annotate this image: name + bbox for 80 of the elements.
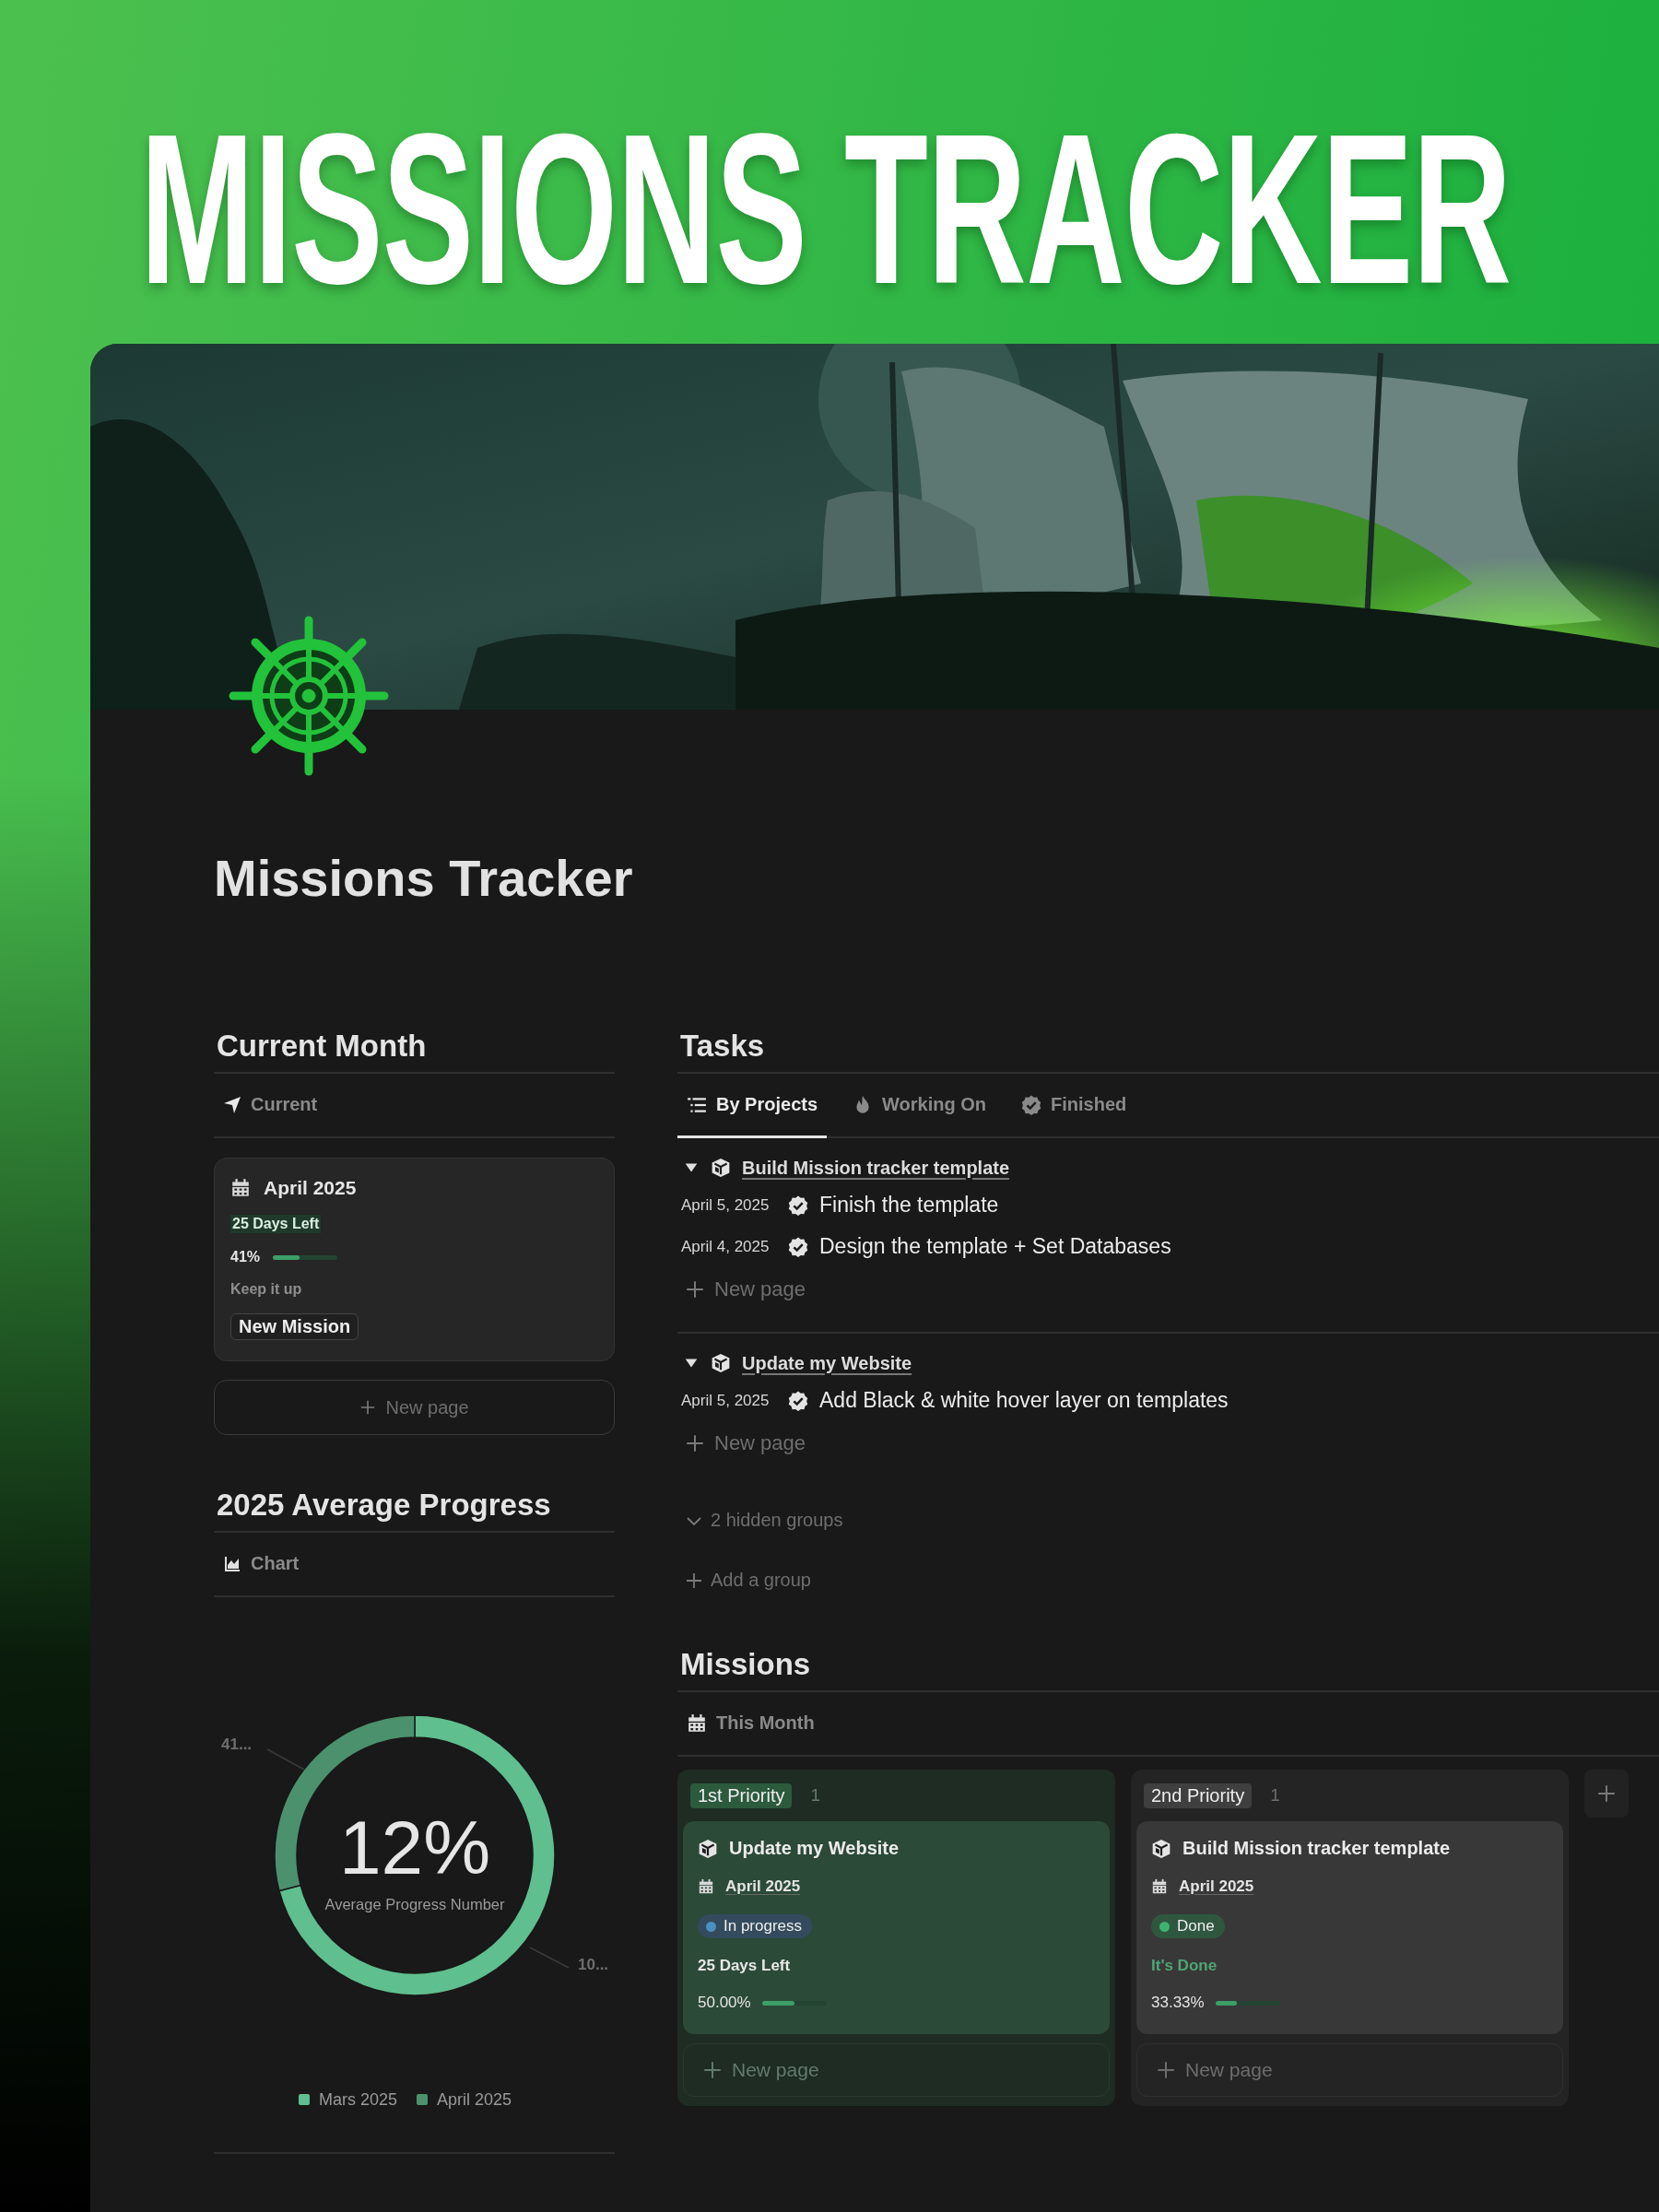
task-date: April 4, 2025 [681, 1237, 771, 1256]
card-note: It's Done [1151, 1957, 1218, 1975]
plus-icon [702, 2060, 723, 2080]
new-page-button[interactable]: New page [685, 1427, 806, 1460]
view-tab[interactable]: Chart [214, 1533, 309, 1597]
view-tab[interactable]: Current [214, 1074, 327, 1138]
section-heading: Tasks [677, 1020, 1659, 1074]
cube-icon [711, 1353, 731, 1373]
add-column-button[interactable] [1584, 1770, 1629, 1818]
task-title: Finish the template [819, 1193, 999, 1218]
new-page-button[interactable]: New page [685, 1273, 806, 1306]
plus-icon [685, 1279, 705, 1300]
check-badge-icon [788, 1236, 808, 1257]
leader-line [266, 1748, 305, 1771]
calendar-icon [687, 1712, 707, 1734]
legend-swatch [417, 2094, 428, 2105]
card-month: April 2025 [1179, 1877, 1254, 1896]
section-heading: Current Month [214, 1020, 615, 1074]
priority-tag: 2nd Priority [1144, 1783, 1253, 1808]
plus-icon [685, 1571, 703, 1590]
slice-label: 10... [578, 1956, 609, 1973]
view-tab[interactable]: Working On [843, 1074, 996, 1138]
days-left-label: 25 Days Left [230, 1215, 322, 1233]
view-tab[interactable]: Finished [1012, 1074, 1136, 1138]
status-message: Keep it up [230, 1281, 303, 1298]
progress-percent: 33.33% [1151, 1994, 1205, 2012]
section-heading: 2025 Average Progress [214, 1479, 615, 1533]
leader-line [529, 1947, 570, 1969]
task-title: Design the template + Set Databases [819, 1234, 1171, 1259]
card-count: 1 [810, 1785, 821, 1806]
mission-card[interactable]: Build Mission tracker template April 2025 Done It's Done 33.33% [1136, 1821, 1563, 2034]
add-group-button[interactable]: Add a group [677, 1570, 811, 1591]
priority-tag: 1st Priority [690, 1783, 793, 1808]
card-month: April 2025 [725, 1877, 801, 1896]
center-label: Average Progress Number [324, 1896, 505, 1912]
center-value: 12% [338, 1806, 491, 1889]
cube-icon [698, 1838, 718, 1859]
cube-icon [711, 1158, 731, 1178]
check-badge-icon [788, 1390, 808, 1411]
navigation-arrow-icon [223, 1095, 241, 1114]
view-tab[interactable]: By Projects [677, 1074, 828, 1138]
task-date: April 5, 2025 [681, 1391, 771, 1410]
task-date: April 5, 2025 [681, 1195, 771, 1215]
plus-icon [685, 1433, 705, 1453]
plus-icon [1596, 1783, 1617, 1804]
month-title: April 2025 [264, 1177, 357, 1199]
calendar-icon [698, 1878, 714, 1895]
new-page-button[interactable]: New page [1136, 2043, 1563, 2097]
status-pill: In progress [698, 1914, 813, 1938]
legend-swatch [299, 2094, 310, 2105]
check-badge-icon [788, 1194, 808, 1216]
view-tab[interactable]: This Month [677, 1692, 824, 1757]
mission-card[interactable]: Update my Website April 2025 In progress 25 Days Left 50.00% [683, 1821, 1110, 2034]
group-title-link[interactable]: Update my Website [742, 1352, 912, 1374]
area-chart-icon [223, 1554, 241, 1573]
hidden-groups-toggle[interactable]: 2 hidden groups [677, 1510, 843, 1531]
section-heading: Missions [677, 1639, 1659, 1692]
plus-icon [1156, 2060, 1176, 2080]
card-count: 1 [1270, 1785, 1280, 1806]
card-title: Update my Website [729, 1838, 900, 1859]
calendar-icon [1151, 1878, 1168, 1895]
status-pill: Done [1151, 1914, 1225, 1938]
task-title: Add Black & white hover layer on templates [819, 1388, 1229, 1413]
plus-icon [359, 1399, 377, 1416]
page-title: Missions Tracker [214, 848, 634, 909]
check-badge-icon [1021, 1094, 1042, 1115]
banner-title: MISSIONS TRACKER [140, 102, 1512, 316]
new-mission-button[interactable]: New Mission [230, 1313, 359, 1340]
group-title-link[interactable]: Build Mission tracker template [742, 1157, 1010, 1179]
slice-label: 41... [221, 1735, 253, 1753]
progress-percent: 41% [230, 1249, 261, 1265]
card-note: 25 Days Left [698, 1957, 792, 1975]
new-page-button[interactable]: New page [214, 1380, 615, 1435]
legend-label: Mars 2025 [319, 2090, 398, 2109]
calendar-icon [230, 1178, 251, 1198]
new-page-button[interactable]: New page [683, 2043, 1110, 2097]
progress-percent: 50.00% [698, 1994, 751, 2012]
legend-label: April 2025 [437, 2090, 512, 2109]
cube-icon [1151, 1838, 1171, 1859]
card-title: Build Mission tracker template [1182, 1838, 1451, 1859]
